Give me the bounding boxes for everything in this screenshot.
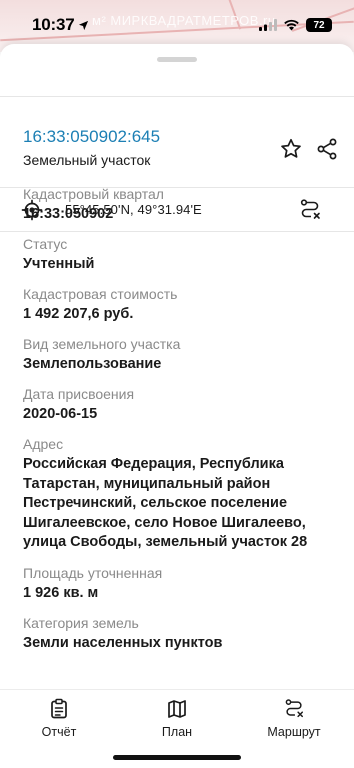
plan-label: План [161, 725, 193, 739]
report-label: Отчёт [41, 725, 77, 739]
field-label: Площадь уточненная [23, 564, 163, 581]
route-icon [285, 699, 303, 718]
field-label: Статус [23, 236, 68, 252]
map-icon [168, 700, 186, 718]
field-land-category: Категория земель Земли населенных пункто… [23, 613, 343, 653]
field-value: Учтенный [23, 256, 95, 272]
field-assignment-date: Дата присвоения 2020-06-15 [23, 384, 343, 424]
status-time-text: 10:37 [32, 15, 75, 34]
field-value: 1 926 кв. м [23, 584, 99, 601]
wifi-icon [284, 19, 299, 31]
field-address: Адрес Российская Федерация, Республика Т… [23, 434, 343, 553]
field-status: Статус Учтенный [23, 234, 343, 274]
field-value: 1 492 207,6 руб. [23, 306, 134, 322]
favorite-button[interactable] [276, 134, 306, 164]
field-cadastral-value: Кадастровая стоимость 1 492 207,6 руб. [23, 284, 343, 324]
field-area: Площадь уточненная 1 926 кв. м [23, 563, 343, 603]
object-type: Земельный участок [23, 152, 151, 168]
status-time: 10:37 [32, 15, 89, 35]
cadastral-number[interactable]: 16:33:050902:645 [23, 127, 160, 147]
location-arrow-icon [79, 20, 89, 30]
signal-icon [259, 19, 277, 31]
status-indicators: 72 [259, 18, 332, 32]
field-cadastral-quarter: Кадастровый квартал 16:33:050902 [23, 184, 343, 224]
report-button[interactable]: Отчёт [14, 698, 104, 742]
field-label: Адрес [23, 436, 64, 452]
share-icon [317, 138, 337, 160]
field-label: Дата присвоения [23, 386, 135, 402]
share-button[interactable] [312, 134, 342, 164]
battery-icon: 72 [306, 18, 332, 32]
home-indicator[interactable] [113, 755, 241, 760]
field-value: Землепользование [23, 356, 162, 372]
field-label: Вид земельного участка [23, 336, 181, 352]
status-bar: 10:37 72 [0, 0, 354, 50]
route-button[interactable]: Маршрут [249, 698, 339, 742]
property-fields: Кадастровый квартал 16:33:050902 Статус … [23, 184, 343, 663]
field-label: Кадастровая стоимость [23, 286, 178, 302]
field-value: 2020-06-15 [23, 406, 98, 422]
field-label: Кадастровый квартал [23, 186, 164, 202]
field-label: Категория земель [23, 614, 139, 631]
field-value: Российская Федерация, Республика Татарст… [23, 456, 308, 550]
object-header: 16:33:050902:645 Земельный участок [0, 96, 354, 188]
plan-button[interactable]: План [132, 698, 222, 742]
star-icon [281, 138, 301, 158]
report-icon [51, 698, 67, 719]
sheet-grabber[interactable] [157, 57, 197, 62]
field-value: Земли населенных пунктов [23, 634, 223, 651]
field-land-type: Вид земельного участка Землепользование [23, 334, 343, 374]
route-label: Маршрут [267, 725, 321, 739]
field-value[interactable]: 16:33:050902 [23, 205, 343, 224]
